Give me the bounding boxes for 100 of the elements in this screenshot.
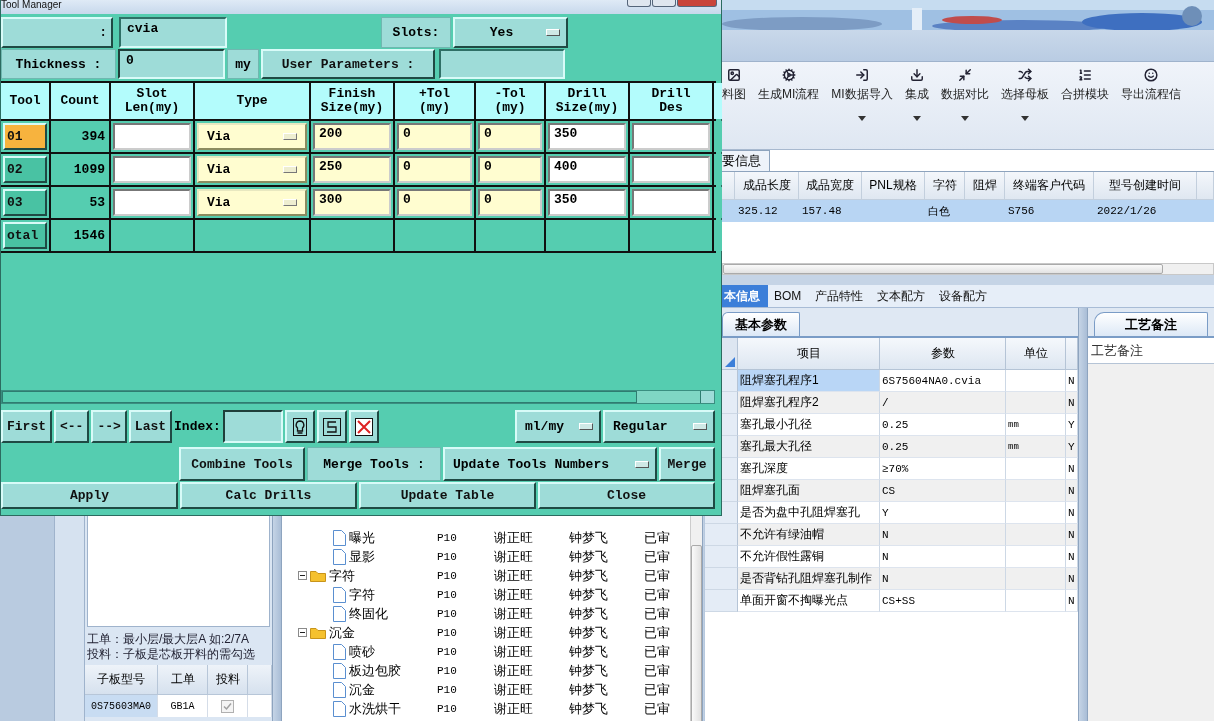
collapse-toggle[interactable] bbox=[298, 571, 307, 580]
navigation-button[interactable]: Last bbox=[128, 410, 173, 443]
table-cell: N bbox=[1066, 568, 1078, 590]
tool-button[interactable]: 03 bbox=[3, 189, 47, 216]
tab[interactable]: 设备配方 bbox=[937, 285, 996, 307]
thickness-field[interactable]: 0 bbox=[118, 49, 225, 79]
table-cell: 不允许有绿油帽 bbox=[738, 524, 880, 546]
tab[interactable]: 产品特性 bbox=[813, 285, 872, 307]
scrollbar[interactable] bbox=[722, 263, 1214, 275]
column-header: -Tol (my) bbox=[476, 83, 544, 119]
mode-dropdown[interactable]: Regular bbox=[603, 410, 715, 443]
scrollbar[interactable] bbox=[1, 390, 715, 404]
table-cell: 已审 bbox=[644, 699, 670, 718]
tree-item[interactable]: 喷砂 bbox=[349, 642, 375, 661]
type-dropdown[interactable]: Via bbox=[197, 189, 307, 216]
index-field[interactable] bbox=[222, 410, 283, 443]
navigation-button[interactable]: <-- bbox=[54, 410, 90, 443]
combine-tools-button[interactable]: Combine Tools bbox=[179, 447, 305, 481]
table-cell: 已审 bbox=[644, 528, 670, 547]
tab[interactable]: 本信息 bbox=[722, 285, 768, 307]
tree-item[interactable]: 板边包胶 bbox=[349, 661, 401, 680]
drill-size-field[interactable]: 350 bbox=[548, 123, 626, 150]
tree-item[interactable]: 字符 bbox=[329, 566, 355, 585]
minus-tolerance-field[interactable]: 0 bbox=[478, 156, 542, 183]
table-cell bbox=[1006, 458, 1066, 480]
type-dropdown[interactable]: Via bbox=[197, 123, 307, 150]
tab[interactable]: 文本配方 bbox=[875, 285, 934, 307]
column-header: PNL规格 bbox=[862, 172, 925, 200]
ribbon-button[interactable]: 合拼模块 bbox=[1060, 68, 1109, 149]
table-cell: 钟梦飞 bbox=[569, 623, 608, 642]
minimize-button[interactable] bbox=[627, 0, 651, 7]
user-parameters-button[interactable]: User Parameters : bbox=[261, 49, 435, 79]
maximize-button[interactable] bbox=[652, 0, 676, 7]
refresh-button[interactable] bbox=[316, 410, 347, 443]
collapse-toggle[interactable] bbox=[298, 628, 307, 637]
action-button[interactable]: Apply bbox=[1, 482, 178, 509]
minus-tolerance-field[interactable]: 0 bbox=[478, 189, 542, 216]
tab[interactable]: BOM bbox=[772, 285, 810, 307]
type-dropdown[interactable]: Via bbox=[197, 156, 307, 183]
tree-item[interactable]: 字符 bbox=[349, 585, 375, 604]
tool-button[interactable]: 01 bbox=[3, 123, 47, 150]
column-header: Tool bbox=[1, 83, 49, 119]
tool-button[interactable]: 02 bbox=[3, 156, 47, 183]
action-button[interactable]: Calc Drills bbox=[180, 482, 357, 509]
finish-size-field[interactable]: 250 bbox=[313, 156, 391, 183]
tree-item[interactable]: 终固化 bbox=[349, 604, 388, 623]
table-cell: 阻焊塞孔面 bbox=[738, 480, 880, 502]
merge-button[interactable]: Merge bbox=[659, 447, 715, 481]
table-cell: 谢正旺 bbox=[494, 623, 533, 642]
delete-button[interactable] bbox=[348, 410, 379, 443]
table-cell bbox=[1006, 502, 1066, 524]
thickness-label: Thickness : bbox=[1, 49, 116, 79]
plus-tolerance-field[interactable]: 0 bbox=[397, 189, 472, 216]
table-cell bbox=[1006, 590, 1066, 612]
tab[interactable]: 基本参数 bbox=[722, 312, 800, 336]
ribbon-button[interactable]: 选择母板 bbox=[1000, 68, 1049, 149]
table-cell: 钟梦飞 bbox=[569, 699, 608, 718]
column-header bbox=[1066, 338, 1078, 370]
plus-tolerance-field[interactable]: 0 bbox=[397, 156, 472, 183]
name-button[interactable]: : bbox=[1, 17, 113, 48]
ribbon-button[interactable]: 导出流程信 bbox=[1120, 68, 1181, 149]
tree-item[interactable]: 沉金 bbox=[349, 680, 375, 699]
tree-item[interactable]: 沉金 bbox=[329, 623, 355, 642]
slots-dropdown[interactable]: Yes bbox=[453, 17, 568, 48]
finish-size-field[interactable]: 300 bbox=[313, 189, 391, 216]
ribbon-button[interactable]: 数据对比 bbox=[940, 68, 989, 149]
action-button[interactable]: Close bbox=[538, 482, 715, 509]
navigation-button[interactable]: First bbox=[1, 410, 52, 443]
bulb-button[interactable] bbox=[284, 410, 315, 443]
plus-tolerance-field[interactable]: 0 bbox=[397, 123, 472, 150]
table-cell: 是否为盘中孔阻焊塞孔 bbox=[738, 502, 880, 524]
tree-item[interactable]: 水洗烘干 bbox=[349, 699, 401, 718]
file-icon bbox=[333, 643, 346, 660]
navigation-button[interactable]: --> bbox=[91, 410, 127, 443]
drill-size-field[interactable]: 350 bbox=[548, 189, 626, 216]
column-header: +Tol (my) bbox=[395, 83, 474, 119]
total-button[interactable]: otal bbox=[3, 222, 47, 249]
table-cell: N bbox=[1066, 524, 1078, 546]
ribbon-button[interactable]: 集成 bbox=[904, 68, 929, 149]
table-cell: Y bbox=[1066, 436, 1078, 458]
tree-item[interactable]: 显影 bbox=[349, 547, 375, 566]
ribbon-button[interactable]: 生成MI流程 bbox=[758, 68, 820, 149]
minus-tolerance-field[interactable]: 0 bbox=[478, 123, 542, 150]
panel-tab[interactable]: 要信息 bbox=[722, 150, 770, 171]
tree-item[interactable]: 曝光 bbox=[349, 528, 375, 547]
merge-option-dropdown[interactable]: Update Tools Numbers bbox=[443, 447, 657, 481]
user-parameters-field[interactable] bbox=[439, 49, 565, 79]
ribbon-button[interactable]: 料图 bbox=[722, 68, 746, 149]
units-dropdown[interactable]: ml/my bbox=[515, 410, 601, 443]
table-cell: 钟梦飞 bbox=[569, 566, 608, 585]
folder-icon bbox=[310, 569, 326, 582]
drill-size-field[interactable]: 400 bbox=[548, 156, 626, 183]
notes-label: 工艺备注 bbox=[1088, 338, 1214, 364]
file-icon bbox=[333, 586, 346, 603]
ribbon-button[interactable]: MI数据导入 bbox=[831, 68, 893, 149]
finish-size-field[interactable]: 200 bbox=[313, 123, 391, 150]
table-cell: N bbox=[1066, 546, 1078, 568]
tab[interactable]: 工艺备注 bbox=[1094, 312, 1208, 336]
action-button[interactable]: Update Table bbox=[359, 482, 536, 509]
name-field[interactable]: cvia bbox=[119, 17, 227, 48]
